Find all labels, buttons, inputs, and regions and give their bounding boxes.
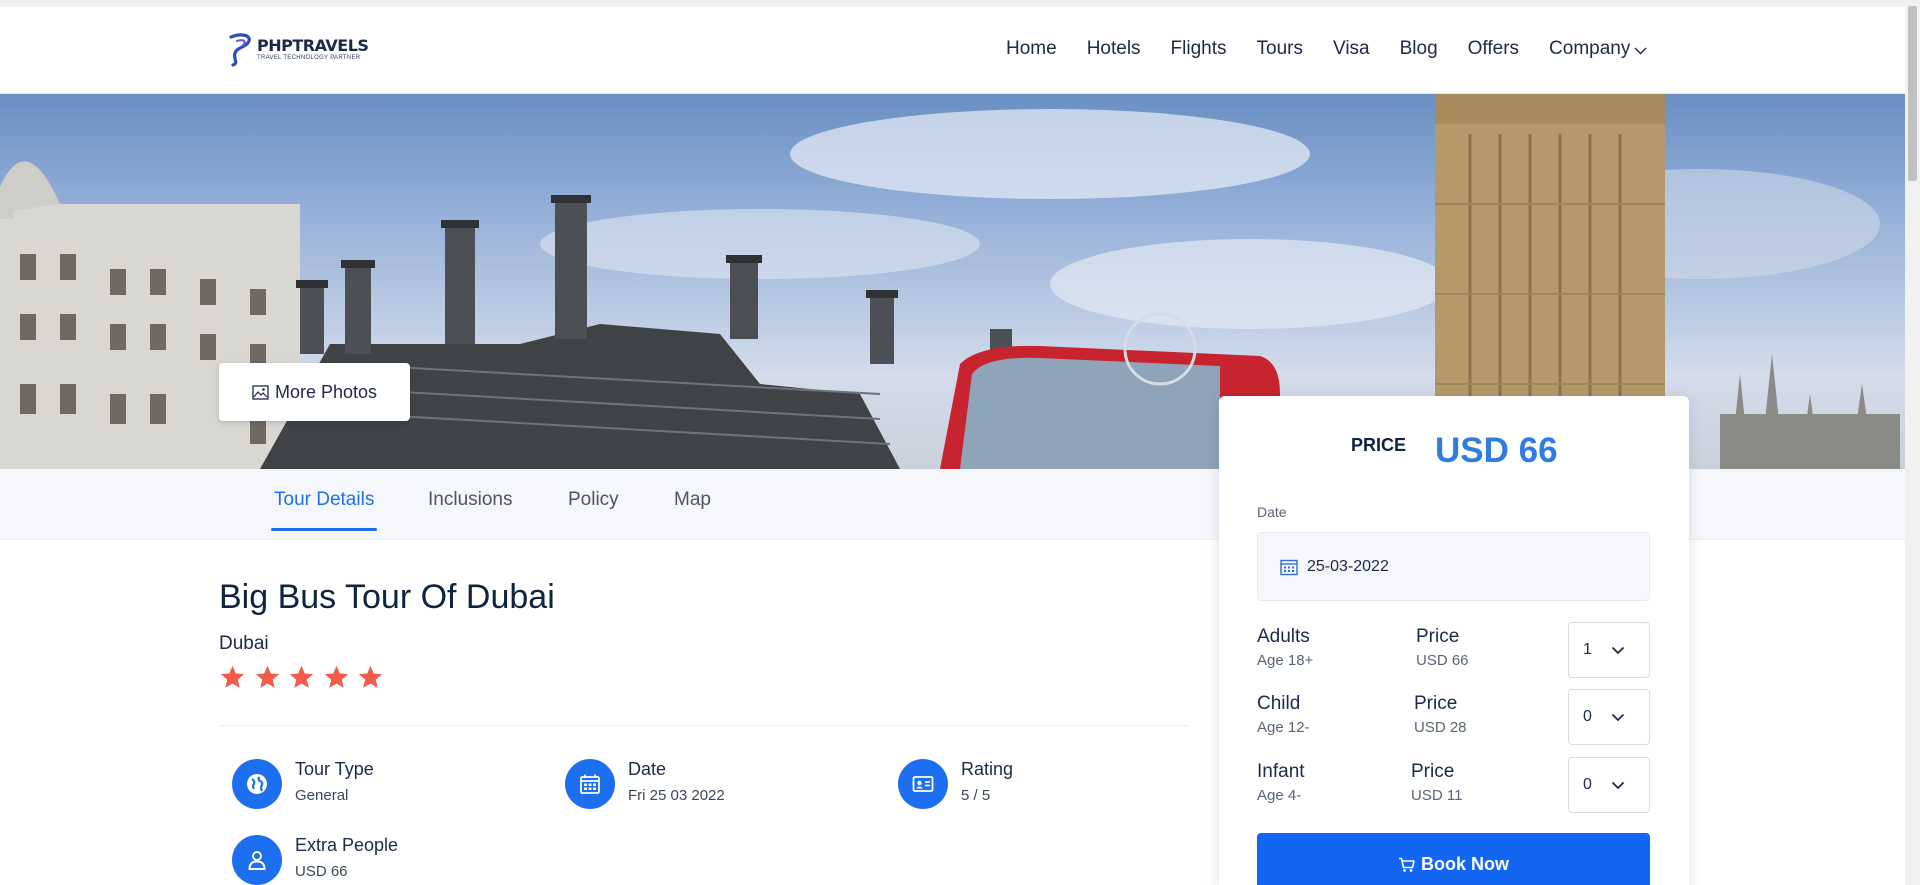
- rating-stars: [219, 664, 392, 691]
- image-icon: [252, 384, 269, 400]
- chevron-down-icon: [1611, 713, 1625, 722]
- feature-tour-type: Tour Type General: [232, 759, 374, 809]
- guest-type: Adults: [1257, 626, 1310, 647]
- guest-price-label: Price: [1414, 693, 1458, 714]
- tour-city: Dubai: [219, 633, 269, 654]
- book-now-label: Book Now: [1421, 854, 1509, 874]
- feature-value: USD 66: [295, 863, 348, 880]
- chevron-down-icon: [1634, 47, 1647, 54]
- child-quantity-select[interactable]: 0: [1568, 689, 1650, 745]
- adults-quantity-select[interactable]: 1: [1568, 622, 1650, 678]
- star-icon: [358, 665, 383, 688]
- page-scrollbar[interactable]: [1905, 0, 1920, 885]
- select-value: 1: [1583, 641, 1592, 658]
- feature-label: Tour Type: [295, 759, 374, 779]
- select-value: 0: [1583, 776, 1592, 793]
- more-photos-label: More Photos: [274, 381, 378, 402]
- tab-map[interactable]: Map: [674, 489, 711, 511]
- main-nav: Home Hotels Flights Tours Visa Blog Offe…: [1006, 38, 1647, 60]
- nav-hotels[interactable]: Hotels: [1087, 38, 1141, 60]
- price-label: PRICE: [1351, 435, 1407, 455]
- logo[interactable]: PHPTRAVELS TRAVEL TECHNOLOGY PARTNER: [225, 31, 369, 67]
- feature-extra-people: Extra People USD 66: [232, 835, 398, 885]
- star-icon: [220, 665, 245, 688]
- guest-row-infant: Infant Age 4- Price USD 11 0: [1257, 757, 1650, 813]
- cart-icon: [1399, 857, 1415, 872]
- guest-type: Child: [1257, 693, 1301, 714]
- nav-blog[interactable]: Blog: [1400, 38, 1438, 60]
- feature-label: Rating: [961, 759, 1014, 779]
- star-icon: [324, 665, 348, 688]
- feature-rating: Rating 5 / 5: [898, 759, 1013, 809]
- date-input[interactable]: 25-03-2022: [1257, 532, 1650, 601]
- date-value: 25-03-2022: [1307, 557, 1389, 575]
- top-strip: [0, 0, 1905, 7]
- guest-price-label: Price: [1416, 626, 1460, 647]
- guest-age: Age 4-: [1257, 787, 1302, 804]
- price-value: USD 66: [1435, 431, 1558, 470]
- tab-policy[interactable]: Policy: [568, 489, 619, 511]
- guest-row-adults: Adults Age 18+ Price USD 66 1: [1257, 622, 1650, 678]
- guest-price: USD 28: [1414, 719, 1467, 736]
- nav-visa[interactable]: Visa: [1333, 38, 1370, 60]
- site-header: PHPTRAVELS TRAVEL TECHNOLOGY PARTNER Hom…: [0, 7, 1905, 94]
- guest-age: Age 18+: [1257, 652, 1314, 669]
- nav-offers[interactable]: Offers: [1468, 38, 1519, 60]
- date-label: Date: [1257, 504, 1287, 520]
- feature-value: Fri 25 03 2022: [628, 787, 725, 804]
- chevron-down-icon: [1611, 646, 1625, 655]
- nav-flights[interactable]: Flights: [1171, 38, 1227, 60]
- guest-type: Infant: [1257, 761, 1305, 782]
- guest-price-label: Price: [1411, 761, 1455, 782]
- star-icon: [255, 665, 279, 688]
- guest-age: Age 12-: [1257, 719, 1310, 736]
- feature-label: Extra People: [295, 835, 399, 855]
- id-card-icon: [898, 759, 948, 809]
- globe-icon: [232, 759, 282, 809]
- infant-quantity-select[interactable]: 0: [1568, 757, 1650, 813]
- tab-tour-details[interactable]: Tour Details: [274, 489, 374, 511]
- select-value: 0: [1583, 708, 1592, 725]
- logo-mark-icon: [229, 33, 251, 67]
- calendar-icon: [565, 759, 615, 809]
- booking-card: PRICE USD 66 Date 25-03-2022 Adults Age …: [1219, 396, 1689, 885]
- book-now-button[interactable]: Book Now: [1257, 833, 1650, 885]
- brand-tagline: TRAVEL TECHNOLOGY PARTNER: [257, 54, 361, 61]
- feature-label: Date: [628, 759, 667, 779]
- user-icon: [232, 835, 282, 885]
- guest-price: USD 11: [1411, 787, 1463, 804]
- calendar-icon: [1280, 559, 1298, 575]
- star-icon: [289, 665, 314, 688]
- guest-price: USD 66: [1416, 652, 1469, 669]
- brand-name: PHPTRAVELS: [257, 35, 369, 55]
- more-photos-button[interactable]: More Photos: [219, 363, 410, 421]
- active-tab-indicator: [271, 528, 377, 531]
- feature-value: General: [295, 787, 349, 804]
- nav-company[interactable]: Company: [1549, 38, 1647, 60]
- feature-date: Date Fri 25 03 2022: [565, 759, 725, 809]
- tour-title: Big Bus Tour Of Dubai: [219, 578, 555, 616]
- guest-row-child: Child Age 12- Price USD 28 0: [1257, 689, 1650, 745]
- nav-tours[interactable]: Tours: [1257, 38, 1303, 60]
- tab-inclusions[interactable]: Inclusions: [428, 489, 513, 511]
- nav-company-label: Company: [1549, 38, 1631, 59]
- feature-value: 5 / 5: [961, 787, 991, 804]
- nav-home[interactable]: Home: [1006, 38, 1057, 60]
- chevron-down-icon: [1611, 781, 1625, 790]
- scrollbar-thumb[interactable]: [1908, 6, 1917, 181]
- divider: [219, 725, 1189, 726]
